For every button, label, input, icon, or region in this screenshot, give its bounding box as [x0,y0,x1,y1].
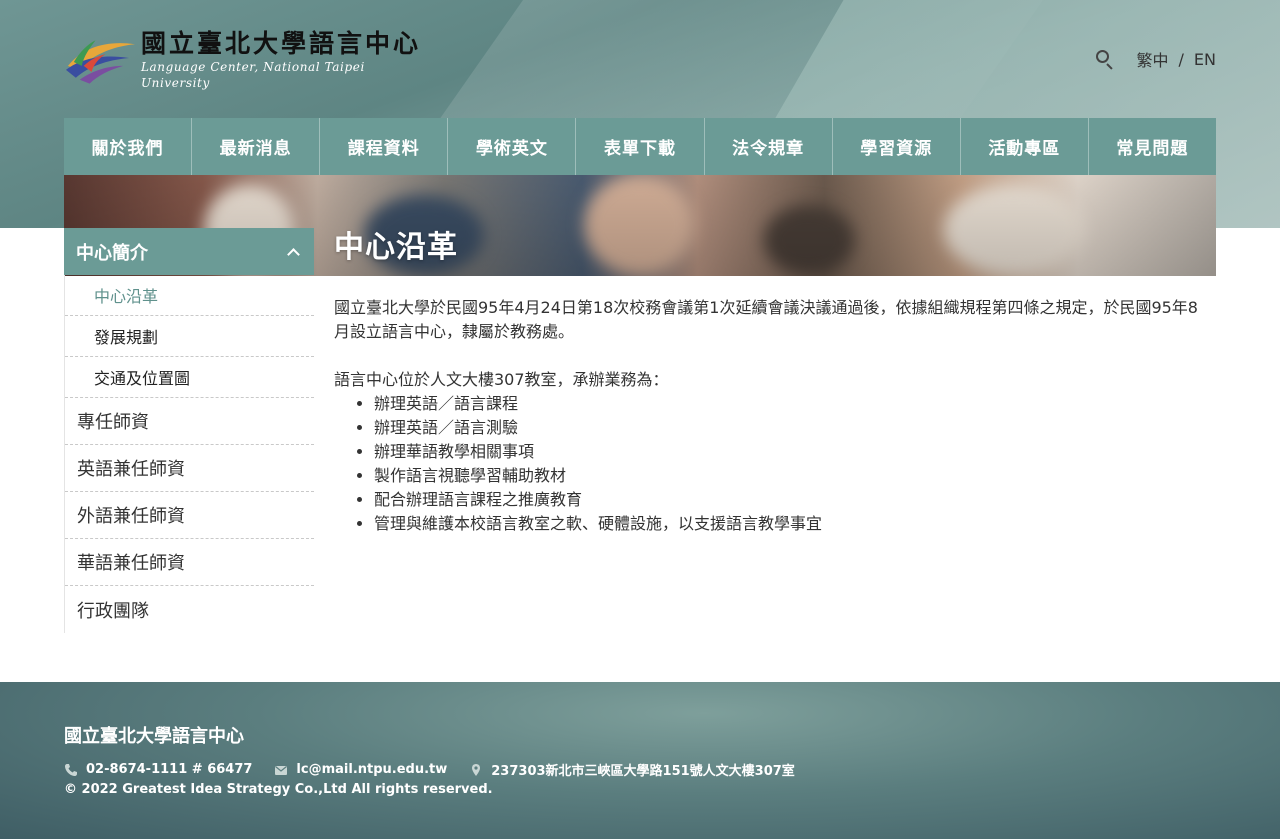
sidebar-section-header[interactable]: 中心簡介 [64,228,314,275]
main-content: 國立臺北大學於民國95年4月24日第18次校務會議第1次延續會議決議通過後，依據… [334,296,1204,536]
sidebar-item-admin-team[interactable]: 行政團隊 [65,586,314,633]
chevron-up-icon [287,247,300,261]
footer-contact: 02-8674-1111 # 66477 lc@mail.ntpu.edu.tw… [64,760,817,779]
lang-zh-link[interactable]: 繁中 [1137,47,1169,71]
footer-copyright: © 2022 Greatest Idea Strategy Co.,Ltd Al… [64,782,493,797]
sidebar-section-label: 中心簡介 [76,242,148,264]
nav-item-courses[interactable]: 課程資料 [320,118,449,175]
footer-address: 237303新北市三峽區大學路151號人文大樓307室 [491,764,795,779]
site-logo[interactable]: 國立臺北大學語言中心 Language Center, National Tai… [64,29,434,90]
nav-item-events[interactable]: 活動專區 [961,118,1089,175]
sidebar-subitem-history[interactable]: 中心沿革 [65,275,314,316]
mail-icon [274,763,288,777]
main-nav: 關於我們 最新消息 課程資料 學術英文 表單下載 法令規章 學習資源 活動專區 … [64,118,1216,175]
location-pin-icon [469,763,483,777]
nav-item-resources[interactable]: 學習資源 [833,118,961,175]
list-item: 配合辦理語言課程之推廣教育 [374,488,1204,512]
sidebar-subitem-development[interactable]: 發展規劃 [65,316,314,357]
sidebar-subitem-location[interactable]: 交通及位置圖 [65,357,314,398]
phone-icon [64,763,78,777]
nav-item-faq[interactable]: 常見問題 [1089,118,1216,175]
logo-title-en: Language Center, National Taipei Univers… [140,60,365,90]
footer: 國立臺北大學語言中心 02-8674-1111 # 66477 lc@mail.… [0,682,1280,839]
footer-phone: 02-8674-1111 # 66477 [86,762,253,777]
search-icon[interactable] [1095,49,1115,70]
lang-separator: / [1178,49,1184,69]
services-list: 辦理英語／語言課程 辦理英語／語言測驗 辦理華語教學相關事項 製作語言視聽學習輔… [374,392,1204,536]
nav-item-forms[interactable]: 表單下載 [576,118,705,175]
sidebar-item-foreign-adjunct[interactable]: 外語兼任師資 [65,492,314,539]
list-item: 管理與維護本校語言教室之軟、硬體設施，以支援語言教學事宜 [374,512,1204,536]
list-item: 製作語言視聽學習輔助教材 [374,464,1204,488]
sidebar: 中心簡介 中心沿革 發展規劃 交通及位置圖 專任師資 英語兼任師資 外語兼任師資… [64,228,314,633]
footer-title: 國立臺北大學語言中心 [64,726,244,747]
list-item: 辦理英語／語言課程 [374,392,1204,416]
footer-email[interactable]: lc@mail.ntpu.edu.tw [296,762,447,777]
list-item: 辦理英語／語言測驗 [374,416,1204,440]
sidebar-item-english-adjunct[interactable]: 英語兼任師資 [65,445,314,492]
nav-item-about[interactable]: 關於我們 [64,118,193,175]
header-utilities: 繁中 / EN [1095,48,1216,70]
intro-paragraph: 國立臺北大學於民國95年4月24日第18次校務會議第1次延續會議決議通過後，依據… [334,298,1198,341]
nav-item-regulations[interactable]: 法令規章 [705,118,833,175]
lang-en-link[interactable]: EN [1194,50,1216,69]
sidebar-item-fulltime-faculty[interactable]: 專任師資 [65,398,314,445]
services-intro: 語言中心位於人文大樓307教室，承辦業務為： [334,370,669,389]
nav-item-news[interactable]: 最新消息 [192,118,321,175]
list-item: 辦理華語教學相關事項 [374,440,1204,464]
logo-title-zh: 國立臺北大學語言中心 [140,29,421,58]
sidebar-item-chinese-adjunct[interactable]: 華語兼任師資 [65,539,314,586]
nav-item-academic-english[interactable]: 學術英文 [448,118,577,175]
logo-mark-icon [65,40,135,84]
page-title: 中心沿革 [334,230,458,265]
